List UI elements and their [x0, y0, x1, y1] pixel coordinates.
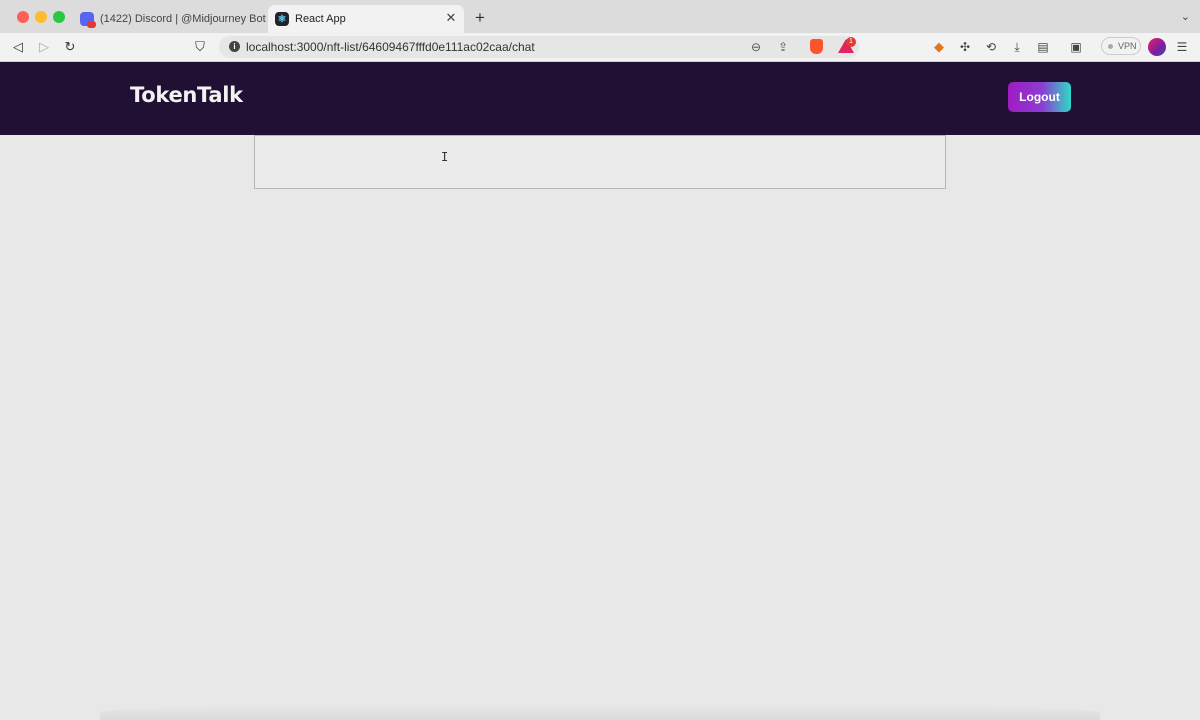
vpn-button[interactable]: VPN — [1101, 37, 1141, 55]
close-window-button[interactable] — [17, 11, 29, 23]
tab-discord[interactable]: (1422) Discord | @Midjourney Bot — [76, 5, 266, 33]
brand-title: TokenTalk — [130, 83, 243, 107]
discord-icon — [80, 12, 96, 28]
sync-icon[interactable]: ⟲ — [983, 39, 999, 55]
profile-avatar[interactable] — [1148, 38, 1166, 56]
tab-react-app[interactable]: ⚛ React App ✕ — [268, 5, 464, 33]
brave-shields-icon[interactable] — [810, 39, 823, 54]
site-info-icon[interactable]: i — [229, 41, 240, 52]
tab-search-chevron-icon[interactable]: ⌄ — [1181, 10, 1190, 23]
rewards-badge: 1 — [846, 37, 856, 47]
menu-icon[interactable]: ☰ — [1174, 39, 1190, 55]
react-icon: ⚛ — [275, 12, 289, 26]
download-icon[interactable]: ⤓ — [1009, 39, 1025, 55]
extensions-puzzle-icon[interactable]: ✣ — [957, 39, 973, 55]
share-icon[interactable]: ⇪ — [778, 39, 788, 55]
minimize-window-button[interactable] — [35, 11, 47, 23]
chat-input-box[interactable] — [254, 135, 946, 189]
browser-toolbar: ◁ ▷ ↻ ⛉ i localhost:3000/nft-list/646094… — [0, 33, 1200, 62]
url-text[interactable]: localhost:3000/nft-list/64609467fffd0e11… — [246, 40, 535, 54]
forward-icon[interactable]: ▷ — [35, 38, 53, 56]
bookmark-icon[interactable]: ⛉ — [191, 38, 209, 56]
zoom-icon[interactable]: ⊖ — [751, 39, 761, 55]
window-bottom-shadow — [100, 704, 1100, 720]
address-bar[interactable]: i localhost:3000/nft-list/64609467fffd0e… — [219, 36, 859, 58]
metamask-icon[interactable]: ◆ — [931, 39, 947, 55]
wallet-icon[interactable]: ▣ — [1068, 39, 1084, 55]
sidebar-icon[interactable]: ▤ — [1035, 39, 1051, 55]
reload-icon[interactable]: ↻ — [61, 38, 79, 56]
new-tab-button[interactable]: + — [475, 9, 485, 26]
close-tab-icon[interactable]: ✕ — [444, 11, 458, 25]
app-header: TokenTalk Logout — [0, 62, 1200, 135]
tab-title: React App — [295, 13, 346, 25]
text-cursor-icon: I — [441, 150, 449, 164]
browser-tab-strip: (1422) Discord | @Midjourney Bot ⚛ React… — [0, 0, 1200, 33]
maximize-window-button[interactable] — [53, 11, 65, 23]
logout-button[interactable]: Logout — [1008, 82, 1071, 112]
back-icon[interactable]: ◁ — [9, 38, 27, 56]
tab-title: (1422) Discord | @Midjourney Bot — [100, 13, 266, 25]
